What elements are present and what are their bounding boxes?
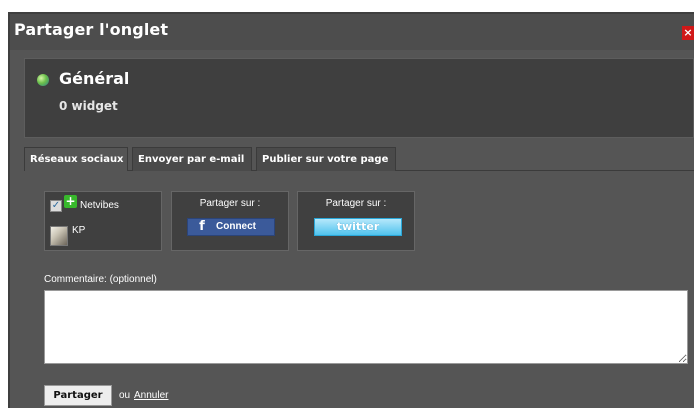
- or-text: ou: [119, 390, 131, 401]
- dialog-title: Partager l'onglet: [14, 20, 169, 39]
- facebook-connect-button[interactable]: f Connect: [187, 218, 275, 236]
- comment-label: Commentaire: (optionnel): [44, 274, 157, 285]
- share-button[interactable]: Partager: [44, 385, 112, 406]
- tab-social-networks[interactable]: Réseaux sociaux: [24, 147, 128, 171]
- twitter-share-label: Partager sur :: [325, 198, 387, 209]
- network-selector: ✓ + Netvibes KP: [44, 191, 162, 251]
- avatar: [50, 226, 68, 246]
- share-tabs: Réseaux sociaux Envoyer par e-mail Publi…: [24, 147, 694, 171]
- widget-count: 0 widget: [59, 99, 118, 113]
- tab-publish-page[interactable]: Publier sur votre page: [256, 147, 396, 171]
- netvibes-label: Netvibes: [80, 200, 119, 211]
- globe-icon: [37, 74, 49, 86]
- facebook-share-box: Partager sur : f Connect: [171, 191, 289, 251]
- plus-icon: +: [64, 194, 77, 208]
- user-label: KP: [72, 225, 86, 236]
- social-share-panel: ✓ + Netvibes KP Partager sur : f Connect…: [24, 171, 694, 408]
- share-tab-dialog: Partager l'onglet × Général 0 widget Rés…: [8, 12, 694, 408]
- facebook-share-label: Partager sur :: [199, 198, 261, 209]
- tab-send-email[interactable]: Envoyer par e-mail: [132, 147, 252, 171]
- twitter-button[interactable]: twitter: [314, 218, 402, 236]
- comment-input[interactable]: [44, 290, 688, 364]
- dialog-titlebar: Partager l'onglet ×: [10, 14, 694, 50]
- tab-info-panel: Général 0 widget: [24, 58, 694, 138]
- close-icon: ×: [683, 26, 693, 39]
- twitter-share-box: Partager sur : twitter: [297, 191, 415, 251]
- tab-name: Général: [59, 69, 130, 88]
- close-button[interactable]: ×: [682, 26, 694, 40]
- facebook-connect-label: Connect: [216, 221, 256, 232]
- facebook-icon: f: [199, 219, 205, 234]
- cancel-link[interactable]: Annuler: [134, 390, 168, 401]
- netvibes-checkbox[interactable]: ✓: [50, 200, 62, 212]
